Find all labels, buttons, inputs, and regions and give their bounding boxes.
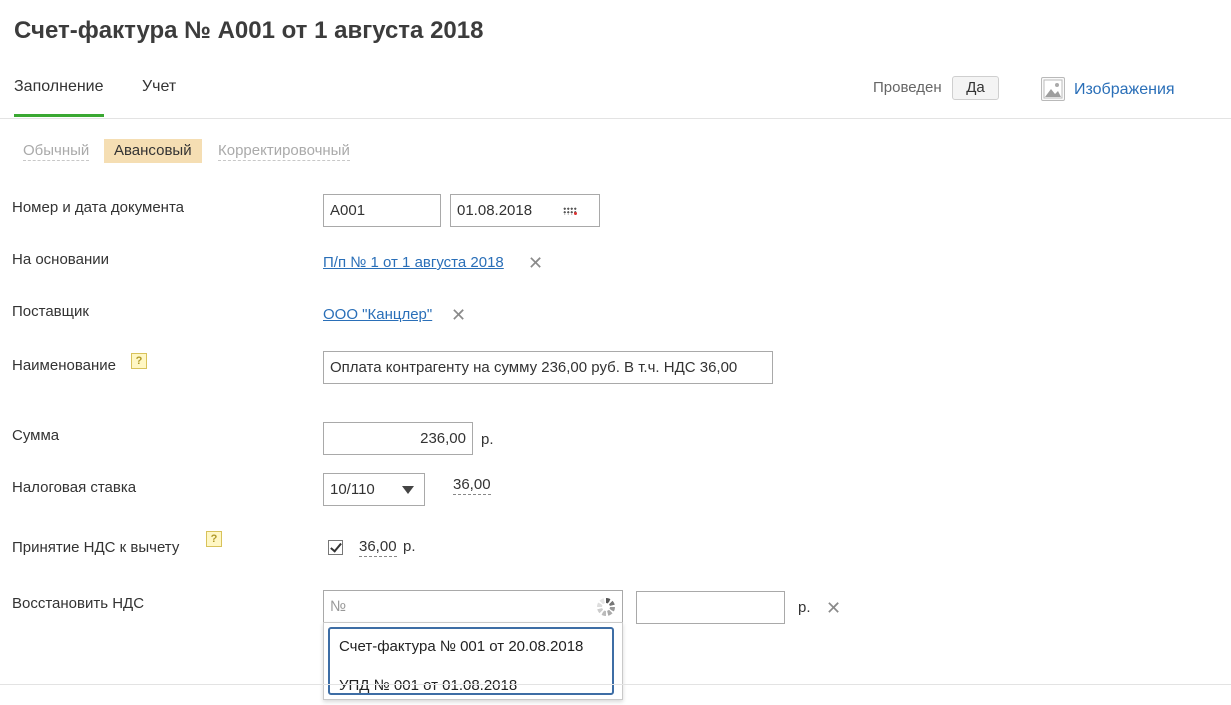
restore-vat-dropdown: Счет-фактура № 001 от 20.08.2018 УПД № 0… bbox=[323, 622, 623, 700]
tab-filling[interactable]: Заполнение bbox=[14, 78, 104, 96]
sum-label: Сумма bbox=[12, 427, 60, 444]
vat-deduction-label: Принятие НДС к вычету bbox=[12, 539, 180, 556]
name-label: Наименование bbox=[12, 357, 116, 374]
chevron-down-icon[interactable] bbox=[402, 486, 414, 494]
supplier-link[interactable]: ООО "Канцлер" bbox=[323, 306, 432, 323]
doc-date-value: 01.08.2018 bbox=[457, 202, 533, 219]
vat-help-icon[interactable]: ? bbox=[206, 531, 222, 547]
kind-correction[interactable]: Корректировочный bbox=[218, 142, 350, 161]
image-icon[interactable] bbox=[1041, 77, 1065, 101]
vat-deduction-amount[interactable]: 36,00 bbox=[359, 538, 397, 557]
posted-label: Проведен bbox=[873, 79, 942, 96]
footer-divider bbox=[0, 684, 1231, 685]
sum-unit: р. bbox=[481, 431, 494, 448]
tax-rate-label: Налоговая ставка bbox=[12, 479, 137, 496]
doc-number-input[interactable]: А001 bbox=[323, 194, 441, 227]
name-input[interactable]: Оплата контрагенту на сумму 236,00 руб. … bbox=[323, 351, 773, 384]
sum-input[interactable]: 236,00 bbox=[323, 422, 473, 455]
calendar-icon[interactable] bbox=[563, 207, 577, 215]
loading-spinner-icon bbox=[597, 598, 615, 616]
basis-label: На основании bbox=[12, 251, 109, 268]
restore-vat-doc-input[interactable]: № bbox=[323, 590, 623, 623]
kind-advance[interactable]: Авансовый bbox=[104, 139, 202, 163]
basis-link[interactable]: П/п № 1 от 1 августа 2018 bbox=[323, 254, 504, 271]
restore-vat-label: Восстановить НДС bbox=[12, 595, 145, 612]
dropdown-item-upd[interactable]: УПД № 001 от 01.08.2018 bbox=[339, 677, 517, 694]
vat-deduction-unit: р. bbox=[403, 538, 416, 555]
tab-accounting[interactable]: Учет bbox=[142, 78, 176, 96]
restore-vat-unit: р. bbox=[798, 599, 811, 616]
images-link[interactable]: Изображения bbox=[1074, 81, 1175, 99]
doc-number-label: Номер и дата документа bbox=[12, 199, 185, 216]
supplier-label: Поставщик bbox=[12, 303, 89, 320]
posted-toggle[interactable]: Да bbox=[952, 76, 999, 100]
clear-basis-icon[interactable]: ✕ bbox=[528, 254, 543, 272]
clear-supplier-icon[interactable]: ✕ bbox=[451, 306, 466, 324]
tax-rate-value: 10/110 bbox=[330, 481, 375, 498]
vat-deduction-checkbox[interactable] bbox=[328, 540, 343, 555]
restore-vat-amount-input[interactable] bbox=[636, 591, 785, 624]
page-title: Счет-фактура № А001 от 1 августа 2018 bbox=[14, 17, 484, 44]
doc-date-input[interactable]: 01.08.2018 bbox=[450, 194, 600, 227]
name-help-icon[interactable]: ? bbox=[131, 353, 147, 369]
active-tab-indicator bbox=[14, 114, 104, 117]
header-divider bbox=[0, 118, 1231, 119]
kind-regular[interactable]: Обычный bbox=[23, 142, 90, 161]
dropdown-item-invoice[interactable]: Счет-фактура № 001 от 20.08.2018 bbox=[339, 638, 583, 655]
tax-amount[interactable]: 36,00 bbox=[453, 476, 491, 495]
clear-restore-vat-icon[interactable]: ✕ bbox=[826, 599, 841, 617]
